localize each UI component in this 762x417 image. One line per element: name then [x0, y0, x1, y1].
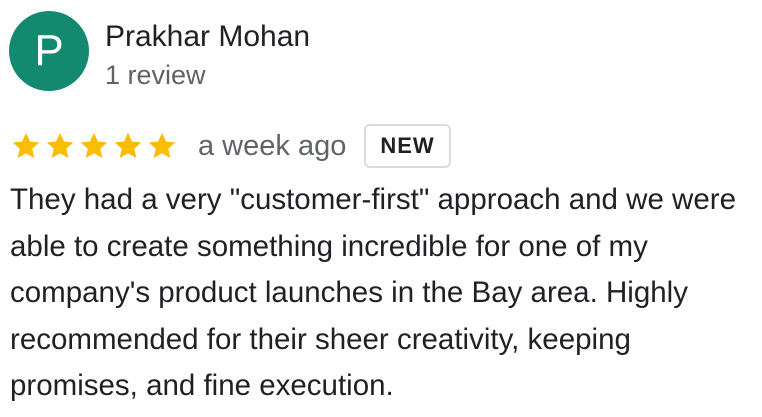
review-date: a week ago — [198, 129, 347, 162]
star-icon — [146, 130, 178, 162]
reviewer-info: Prakhar Mohan 1 review — [105, 19, 310, 91]
reviewer-header: P Prakhar Mohan 1 review — [9, 11, 310, 91]
star-icon — [78, 130, 110, 162]
star-icon — [112, 130, 144, 162]
reviewer-review-count: 1 review — [105, 60, 206, 90]
rating-row: a week ago NEW — [10, 122, 451, 170]
avatar[interactable]: P — [9, 11, 89, 91]
new-badge: NEW — [364, 124, 451, 168]
star-icon — [10, 130, 42, 162]
avatar-letter: P — [34, 26, 64, 75]
reviewer-name[interactable]: Prakhar Mohan — [105, 19, 310, 55]
review-text: They had a very "customer-first" approac… — [10, 183, 736, 402]
star-rating — [10, 130, 180, 162]
star-icon — [44, 130, 76, 162]
